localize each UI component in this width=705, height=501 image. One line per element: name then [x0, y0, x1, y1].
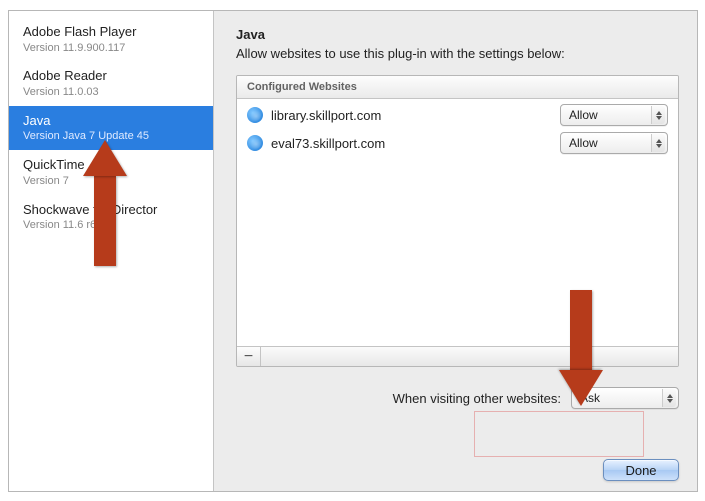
table-header: Configured Websites: [237, 76, 678, 99]
dialog-buttons: Done: [603, 459, 679, 481]
plugin-settings-dialog: Adobe Flash Player Version 11.9.900.117 …: [8, 10, 698, 492]
detail-panel: Java Allow websites to use this plug-in …: [214, 11, 697, 491]
site-policy-select[interactable]: Allow: [560, 104, 668, 126]
sidebar-item-java[interactable]: Java Version Java 7 Update 45: [9, 106, 213, 150]
background-ghost-box: [474, 411, 644, 457]
sidebar-item-name: Shockwave for Director: [23, 201, 203, 219]
globe-icon: [247, 135, 263, 151]
detail-subtitle: Allow websites to use this plug-in with …: [236, 46, 679, 61]
detail-title: Java: [236, 27, 679, 42]
site-policy-select[interactable]: Allow: [560, 132, 668, 154]
sidebar-item-name: Java: [23, 112, 203, 130]
sidebar-item-version: Version 7: [23, 174, 203, 189]
updown-icon: [651, 106, 665, 124]
done-button[interactable]: Done: [603, 459, 679, 481]
minus-icon: −: [244, 348, 253, 366]
site-host: library.skillport.com: [271, 108, 552, 123]
other-websites-value: Ask: [580, 391, 600, 405]
sidebar-item-reader[interactable]: Adobe Reader Version 11.0.03: [9, 61, 213, 105]
plugin-sidebar: Adobe Flash Player Version 11.9.900.117 …: [9, 11, 214, 491]
other-websites-select[interactable]: Ask: [571, 387, 679, 409]
site-policy-value: Allow: [569, 108, 598, 122]
configured-websites-table: Configured Websites library.skillport.co…: [236, 75, 679, 367]
remove-site-button[interactable]: −: [237, 347, 261, 366]
other-websites-label: When visiting other websites:: [393, 391, 561, 406]
sidebar-item-quicktime[interactable]: QuickTime Version 7: [9, 150, 213, 194]
sidebar-item-version: Version 11.9.900.117: [23, 41, 203, 56]
sidebar-item-version: Version 11.6 r634: [23, 218, 203, 233]
sidebar-item-flash[interactable]: Adobe Flash Player Version 11.9.900.117: [9, 17, 213, 61]
sidebar-item-shockwave[interactable]: Shockwave for Director Version 11.6 r634: [9, 195, 213, 239]
sidebar-item-version: Version Java 7 Update 45: [23, 129, 203, 144]
updown-icon: [651, 134, 665, 152]
sidebar-item-name: QuickTime: [23, 156, 203, 174]
site-host: eval73.skillport.com: [271, 136, 552, 151]
sidebar-item-name: Adobe Reader: [23, 67, 203, 85]
sidebar-item-version: Version 11.0.03: [23, 85, 203, 100]
table-rows: library.skillport.com Allow eval73.skill…: [237, 99, 678, 159]
table-footer: −: [237, 346, 678, 366]
other-websites-row: When visiting other websites: Ask: [236, 387, 679, 409]
table-row[interactable]: library.skillport.com Allow: [237, 101, 678, 129]
updown-icon: [662, 389, 676, 407]
done-button-label: Done: [625, 463, 656, 478]
table-row[interactable]: eval73.skillport.com Allow: [237, 129, 678, 157]
globe-icon: [247, 107, 263, 123]
sidebar-item-name: Adobe Flash Player: [23, 23, 203, 41]
site-policy-value: Allow: [569, 136, 598, 150]
